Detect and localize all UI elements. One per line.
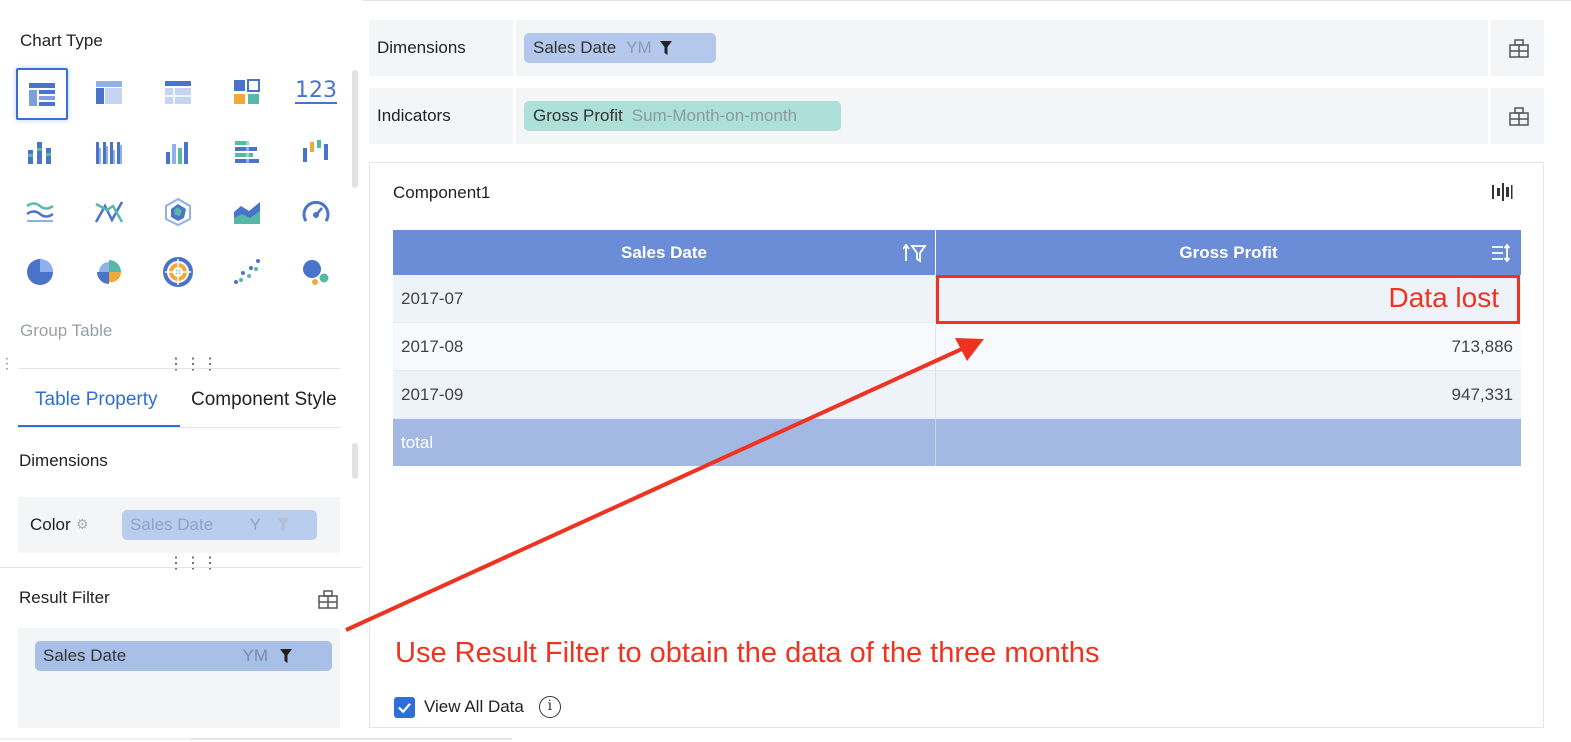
column-header-sales-date[interactable]: Sales Date (393, 230, 935, 275)
result-filter-pill[interactable]: Sales Date YM (35, 641, 332, 671)
column-divider (935, 419, 936, 466)
filter-icon (659, 41, 672, 55)
left-panel: Chart Type 123 Group Table ⋮⋮⋮ ⋮ Table P… (0, 0, 362, 742)
data-lost-label: Data lost (1388, 282, 1500, 313)
grouped-column-chart-icon[interactable] (83, 126, 135, 178)
add-filter-icon[interactable] (317, 588, 339, 610)
divider (18, 368, 340, 369)
radar-chart-icon[interactable] (152, 186, 204, 238)
line-chart-icon[interactable] (14, 186, 66, 238)
column-header-gross-profit[interactable]: Gross Profit (936, 230, 1521, 275)
chart-settings-icon[interactable] (1491, 182, 1513, 202)
result-filter-box: Sales Date YM (18, 628, 340, 728)
view-all-data-control: View All Data i (394, 696, 561, 718)
column-divider (935, 323, 936, 370)
color-field-row: Color ⚙ Sales Date Y (18, 497, 340, 553)
color-label: Color (30, 515, 71, 534)
view-all-data-checkbox[interactable] (394, 696, 415, 718)
column-header-label: Gross Profit (1179, 242, 1278, 262)
group-table-chart-icon[interactable] (16, 68, 68, 120)
column-chart-icon[interactable] (152, 126, 204, 178)
waterfall-chart-icon[interactable] (290, 126, 342, 178)
dimensions-section-title: Dimensions (19, 451, 108, 470)
dimension-field-name: Sales Date (533, 38, 617, 57)
indicators-drop-zone[interactable]: Gross Profit Sum-Month-on-month (513, 88, 1491, 144)
dimensions-row-label: Dimensions (377, 38, 466, 57)
dimensions-drop-zone[interactable]: Sales Date YM (513, 20, 1491, 76)
bubble-chart-icon[interactable] (290, 246, 342, 298)
annotation-note: Use Result Filter to obtain the data of … (395, 637, 1100, 669)
color-field-granularity: Y (249, 515, 261, 534)
dimensions-row: Dimensions Sales Date YM (369, 20, 1544, 76)
filter-icon (280, 649, 292, 663)
result-filter-field-name: Sales Date (43, 646, 127, 665)
gauge-chart-icon[interactable] (290, 186, 342, 238)
scatter-chart-icon[interactable] (221, 246, 273, 298)
total-label: total (401, 433, 434, 452)
pie-chart-icon[interactable] (14, 246, 66, 298)
rose-chart-icon[interactable] (83, 246, 135, 298)
area-chart-icon[interactable] (221, 186, 273, 238)
bottom-border (0, 738, 190, 740)
kpi-block-chart-icon[interactable] (221, 66, 273, 118)
sort-icon[interactable] (1491, 243, 1511, 263)
tab-component-style[interactable]: Component Style (191, 378, 341, 428)
bar-chart-icon[interactable] (221, 126, 273, 178)
cross-table-chart-icon[interactable] (83, 66, 135, 118)
add-dimension-icon[interactable] (1508, 37, 1530, 59)
view-all-data-label: View All Data (424, 697, 524, 716)
component-title: Component1 (393, 183, 491, 202)
filter-icon (277, 518, 289, 532)
indicators-row-label: Indicators (377, 106, 451, 125)
panel-resize-handle-icon[interactable]: ⋮ (0, 356, 14, 370)
indicator-pill-gross-profit[interactable]: Gross Profit Sum-Month-on-month (524, 101, 841, 131)
gear-icon[interactable]: ⚙ (76, 516, 92, 532)
dimension-pill-sales-date[interactable]: Sales Date YM (524, 33, 716, 63)
chart-type-scrollbar[interactable] (352, 70, 358, 188)
dimension-field-granularity: YM (626, 38, 652, 57)
property-tabs: Table Property Component Style (18, 378, 340, 428)
cell-gross-profit: 713,886 (1451, 337, 1513, 356)
sort-filter-icon[interactable] (903, 243, 927, 263)
stacked-column-chart-icon[interactable] (14, 126, 66, 178)
table-row[interactable]: 2017-08 713,886 (393, 323, 1521, 371)
total-row: total (393, 419, 1521, 466)
detail-table-chart-icon[interactable] (152, 66, 204, 118)
color-dimension-pill[interactable]: Sales Date Y (122, 510, 317, 540)
result-filter-title: Result Filter (19, 588, 110, 607)
add-indicator-icon[interactable] (1508, 105, 1530, 127)
cell-sales-date: 2017-09 (401, 385, 464, 404)
bottom-border (190, 738, 512, 740)
indicators-row: Indicators Gross Profit Sum-Month-on-mon… (369, 88, 1544, 144)
info-icon[interactable]: i (538, 696, 561, 718)
data-lost-highlight: Data lost (936, 275, 1520, 324)
result-filter-granularity: YM (242, 646, 269, 665)
indicator-calculation: Sum-Month-on-month (631, 106, 798, 125)
cell-sales-date: 2017-08 (401, 337, 464, 356)
tabs-divider (18, 427, 340, 428)
color-field-name: Sales Date (130, 515, 214, 534)
number-chart-icon[interactable]: 123 (290, 66, 342, 118)
properties-scrollbar[interactable] (352, 443, 358, 479)
column-divider (935, 371, 936, 418)
column-header-label: Sales Date (621, 242, 707, 262)
polyline-chart-icon[interactable] (83, 186, 135, 238)
check-icon (398, 702, 411, 713)
table-row[interactable]: 2017-09 947,331 (393, 371, 1521, 419)
cell-gross-profit: 947,331 (1451, 385, 1513, 404)
divider (0, 567, 362, 568)
selected-chart-type-label: Group Table (20, 321, 113, 340)
tab-table-property[interactable]: Table Property (18, 378, 180, 428)
cell-sales-date: 2017-07 (401, 289, 464, 308)
chart-type-title: Chart Type (20, 31, 103, 50)
indicator-field-name: Gross Profit (533, 106, 623, 125)
sunburst-chart-icon[interactable] (152, 246, 204, 298)
